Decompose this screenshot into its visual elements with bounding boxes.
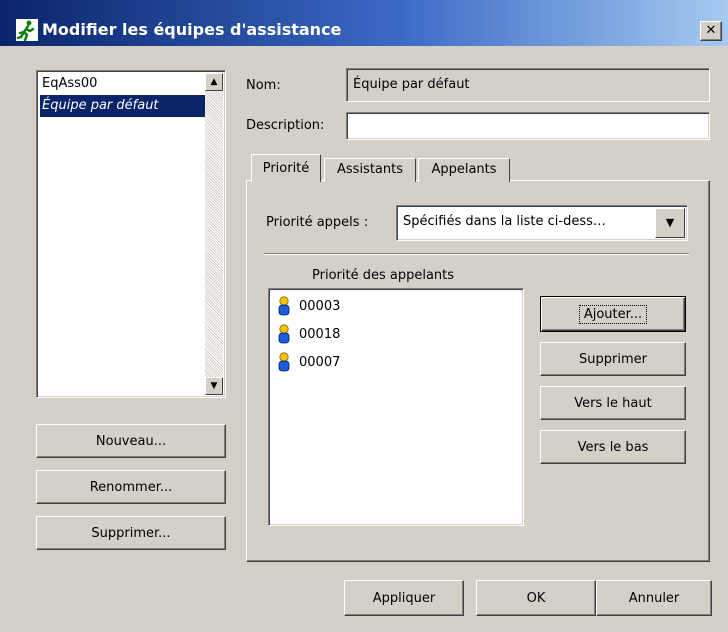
close-icon: ✕ <box>705 23 717 38</box>
cancel-button[interactable]: Annuler <box>596 580 712 616</box>
rename-team-button-label: Renommer... <box>89 479 173 495</box>
team-list-scrollbar[interactable]: ▲ ▼ <box>205 73 223 395</box>
list-item[interactable]: 00018 <box>277 323 340 345</box>
move-down-button[interactable]: Vers le bas <box>540 430 686 464</box>
team-list[interactable]: EqAss00 Équipe par défaut ▲ ▼ <box>36 70 226 398</box>
team-list-item-selected[interactable]: Équipe par défaut <box>40 95 206 117</box>
move-up-button[interactable]: Vers le haut <box>540 386 686 420</box>
description-label: Description: <box>246 118 325 133</box>
delete-team-button[interactable]: Supprimer... <box>36 516 226 550</box>
move-down-button-label: Vers le bas <box>577 439 649 455</box>
window-title: Modifier les équipes d'assistance <box>42 20 342 39</box>
caller-label: 00018 <box>299 326 341 342</box>
move-up-button-label: Vers le haut <box>574 395 652 411</box>
rename-team-button[interactable]: Renommer... <box>36 470 226 504</box>
new-team-button-label: Nouveau... <box>95 433 167 449</box>
cancel-button-label: Annuler <box>628 590 680 606</box>
ok-button-label: OK <box>526 590 546 606</box>
tab-appelants[interactable]: Appelants <box>418 158 510 182</box>
new-team-button[interactable]: Nouveau... <box>36 424 226 458</box>
remove-caller-button-label: Supprimer <box>579 351 647 367</box>
scroll-down-button[interactable]: ▼ <box>205 377 223 395</box>
user-icon <box>278 352 290 372</box>
user-icon <box>278 324 290 344</box>
description-field[interactable] <box>346 112 710 140</box>
ok-button[interactable]: OK <box>476 580 596 616</box>
remove-caller-button[interactable]: Supprimer <box>540 342 686 376</box>
tab-priorite[interactable]: Priorité <box>251 154 321 182</box>
user-icon <box>278 296 290 316</box>
caller-label: 00003 <box>299 298 341 314</box>
name-field: Équipe par défaut <box>346 68 710 102</box>
apply-button[interactable]: Appliquer <box>344 580 464 616</box>
callers-list[interactable]: 00003 00018 00007 <box>268 288 524 526</box>
add-caller-button-label: Ajouter... <box>578 304 648 324</box>
chevron-down-icon[interactable]: ▼ <box>655 208 685 238</box>
delete-team-button-label: Supprimer... <box>91 525 171 541</box>
calls-priority-label: Priorité appels : <box>266 215 369 230</box>
caller-label: 00007 <box>299 354 341 370</box>
list-item[interactable]: 00007 <box>277 351 340 373</box>
scroll-up-button[interactable]: ▲ <box>205 73 223 91</box>
apply-button-label: Appliquer <box>372 590 436 606</box>
team-list-item[interactable]: EqAss00 <box>40 73 206 95</box>
tab-assistants[interactable]: Assistants <box>324 158 416 182</box>
close-button[interactable]: ✕ <box>700 21 722 41</box>
list-item[interactable]: 00003 <box>277 295 340 317</box>
running-man-icon <box>16 19 38 41</box>
calls-priority-value: Spécifiés dans la liste ci-dess… <box>403 214 606 229</box>
separator <box>264 253 689 255</box>
name-field-value: Équipe par défaut <box>353 77 470 92</box>
calls-priority-select[interactable]: Spécifiés dans la liste ci-dess… ▼ <box>396 205 688 241</box>
add-caller-button[interactable]: Ajouter... <box>540 296 686 332</box>
callers-list-header: Priorité des appelants <box>312 268 455 283</box>
name-label: Nom: <box>246 78 281 93</box>
